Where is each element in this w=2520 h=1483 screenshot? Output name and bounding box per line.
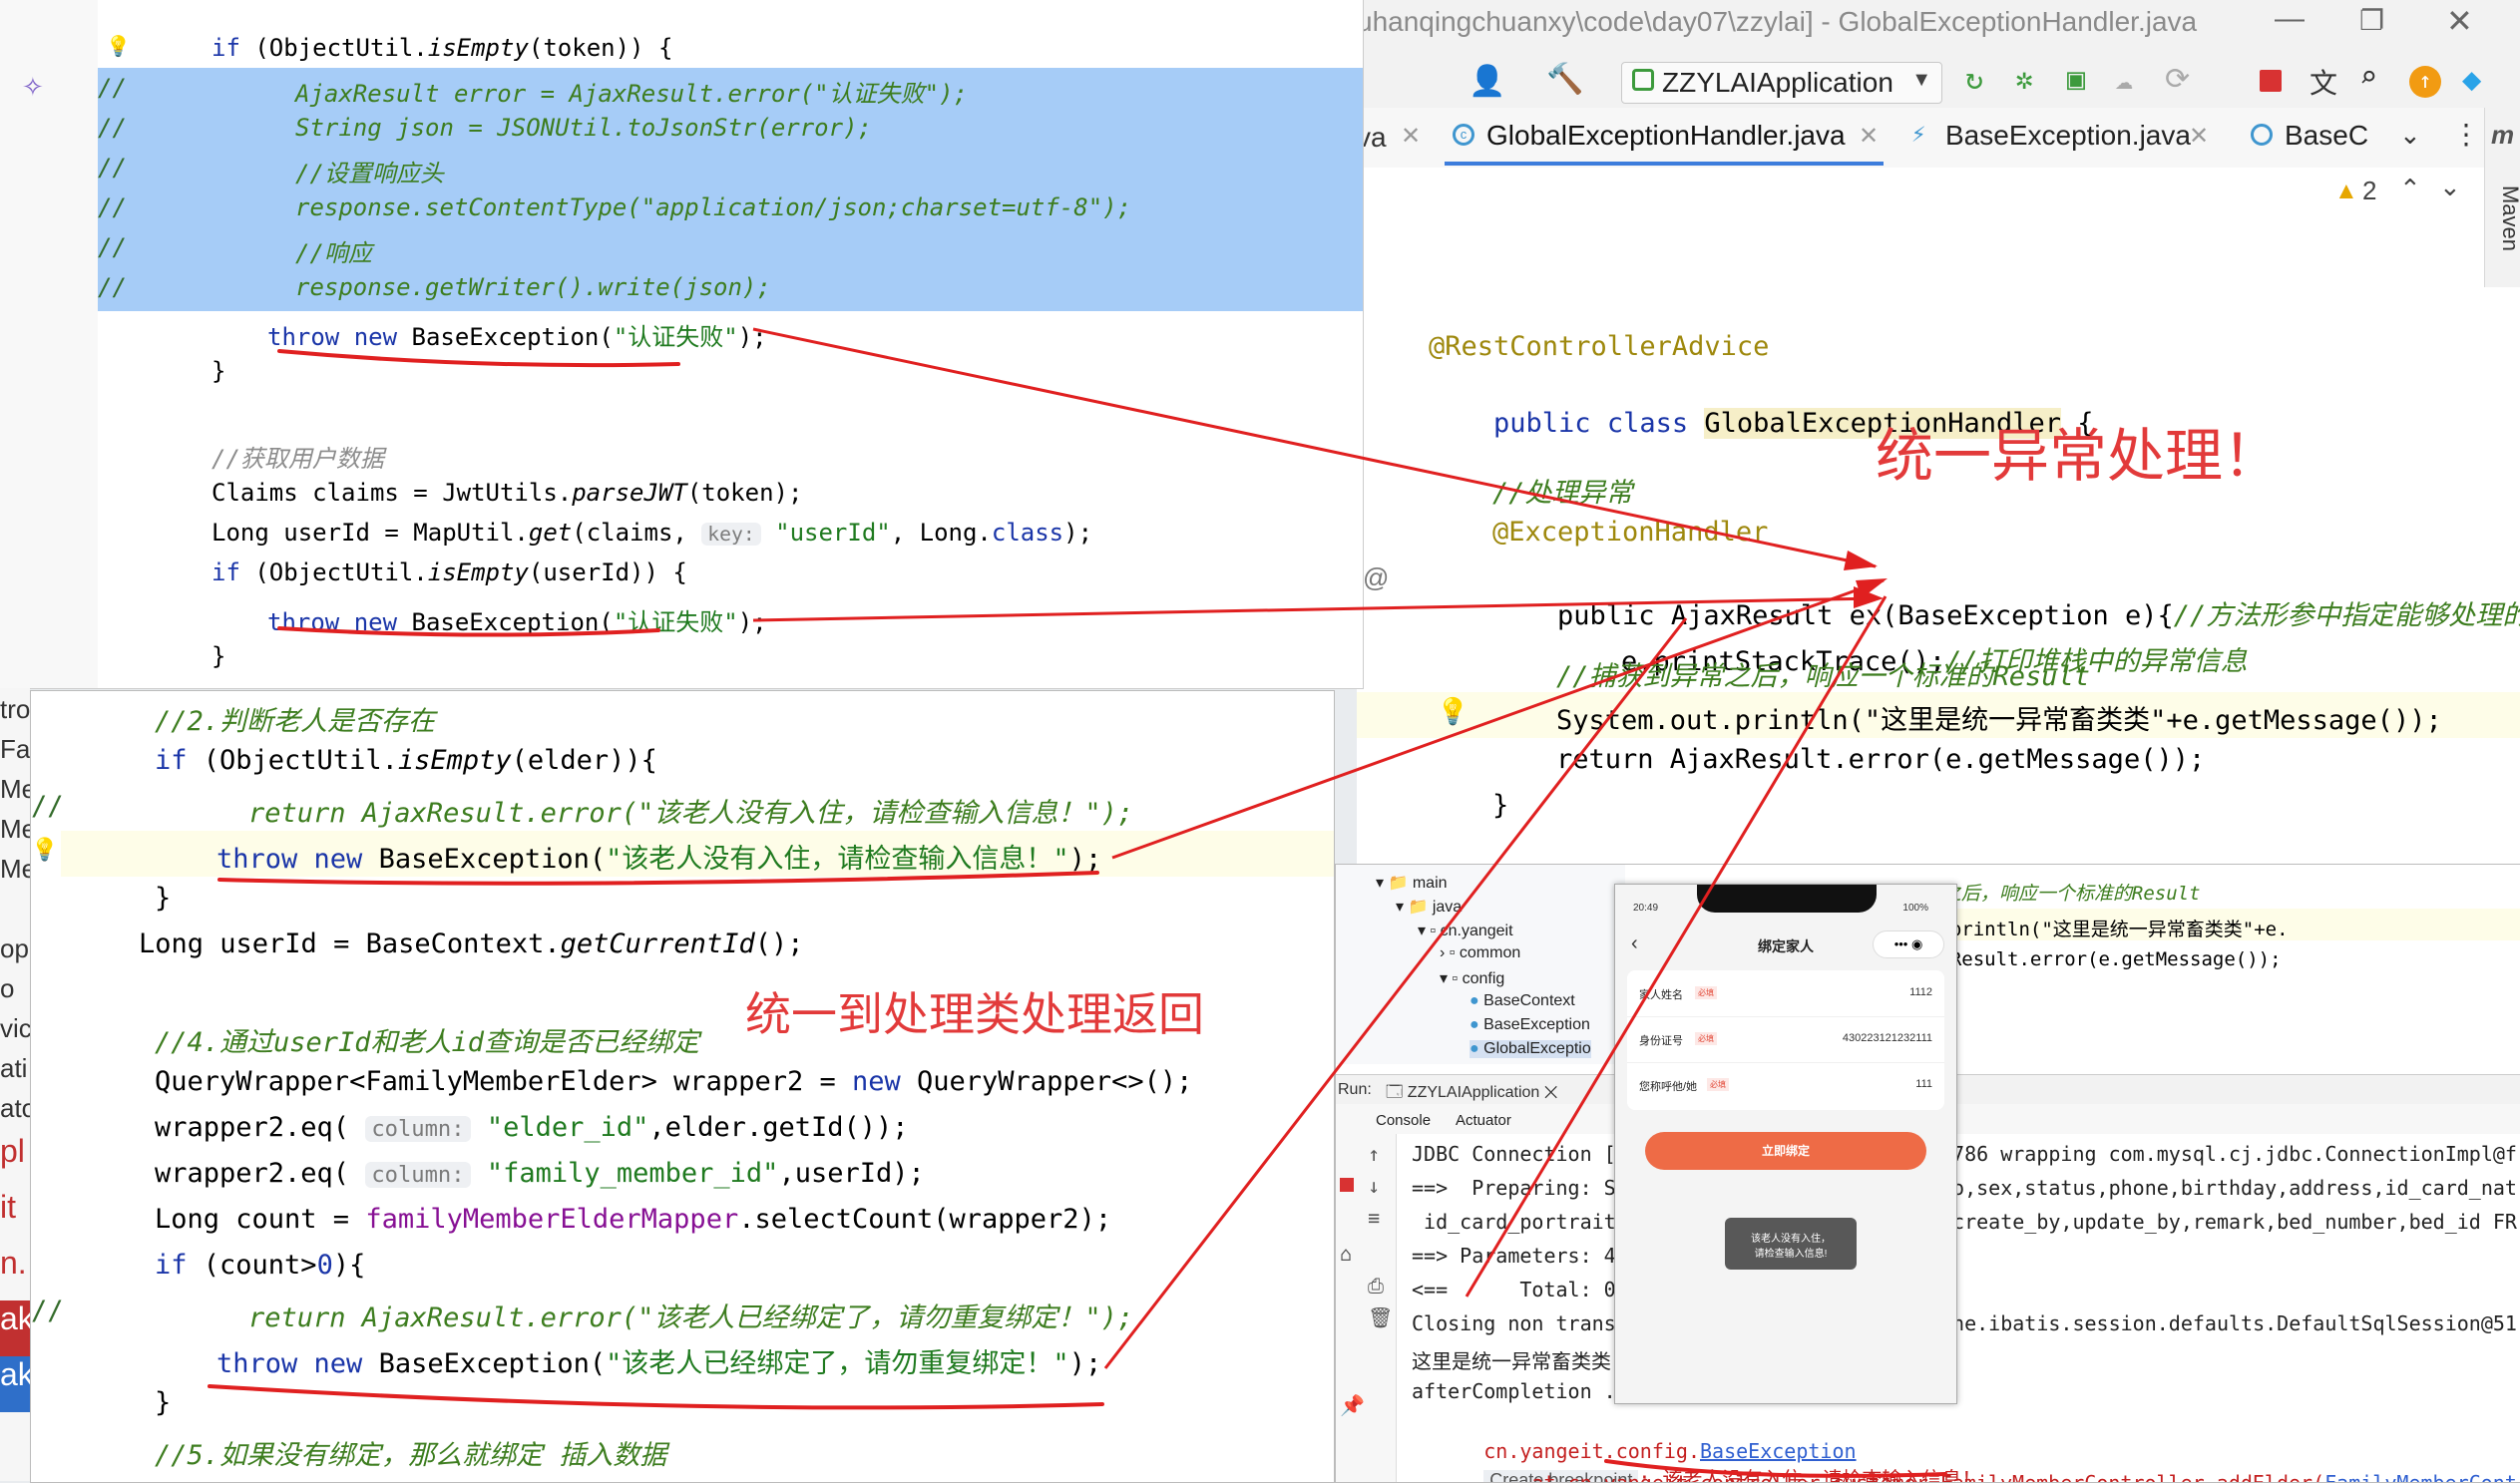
underline-strokes bbox=[208, 349, 1947, 1478]
arrow-line-5 bbox=[1465, 595, 1888, 1298]
arrow-line-2 bbox=[752, 596, 1879, 622]
arrow-head bbox=[1844, 551, 1878, 570]
underline-exception bbox=[1604, 1459, 1947, 1478]
arrow-line-1 bbox=[752, 327, 1877, 568]
underline-throw-2 bbox=[277, 626, 660, 637]
arrow-line-3 bbox=[1111, 578, 1885, 860]
arrow-line-4 bbox=[1103, 617, 1688, 1369]
arrow-lines bbox=[752, 327, 1888, 1369]
red-annotation-overlay bbox=[208, 327, 1947, 1478]
underline-throw-4 bbox=[208, 1384, 1104, 1410]
underline-throw-3 bbox=[217, 871, 1099, 886]
underline-throw-1 bbox=[277, 349, 680, 368]
